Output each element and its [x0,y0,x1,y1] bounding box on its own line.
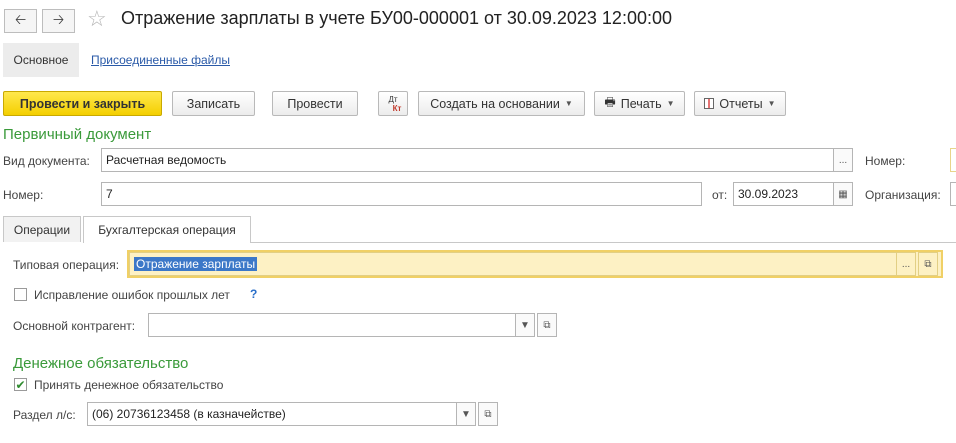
back-button[interactable]: 🡠 [4,9,37,33]
right-number-label: Номер: [865,154,906,168]
page-title: Отражение зарплаты в учете БУ00-000001 о… [121,8,672,28]
counterparty-field[interactable] [148,313,516,337]
organization-field[interactable] [950,182,956,206]
accept-obligation-label: Принять денежное обязательство [34,378,224,392]
dt-label: Дт [388,94,398,104]
open-icon[interactable]: ⧉ [537,313,557,337]
chevron-down-icon[interactable]: ▼ [456,402,476,426]
tab-divider [251,242,956,243]
chevron-down-icon: ▼ [666,99,675,108]
arrow-left-icon: 🡠 [14,11,27,27]
counterparty-label: Основной контрагент: [13,319,136,333]
create-based-on-button[interactable]: Создать на основании ▼ [418,91,585,116]
select-button[interactable]: ... [833,148,853,172]
doc-type-field[interactable]: Расчетная ведомость [101,148,834,172]
typical-operation-field[interactable]: Отражение зарплаты [129,252,897,276]
post-button[interactable]: Провести [272,91,358,116]
save-button[interactable]: Записать [172,91,255,116]
open-icon[interactable]: ⧉ [918,252,938,276]
print-label: Печать [620,96,662,111]
typical-operation-label: Типовая операция: [13,258,120,272]
account-section-label: Раздел л/с: [13,408,76,422]
tab-accounting-operation[interactable]: Бухгалтерская операция [83,216,251,243]
create-based-label: Создать на основании [430,96,560,111]
fix-errors-checkbox[interactable] [14,288,27,301]
open-icon[interactable]: ⧉ [478,402,498,426]
select-button[interactable]: ... [896,252,916,276]
chevron-down-icon: ▼ [564,99,573,108]
tab-attached-files[interactable]: Присоединенные файлы [91,53,230,67]
calendar-icon[interactable]: ▦ [833,182,853,206]
chevron-down-icon[interactable]: ▼ [515,313,535,337]
forward-button[interactable]: 🡢 [42,9,75,33]
kt-label: Кт [392,103,402,113]
typical-operation-value: Отражение зарплаты [134,257,258,271]
report-icon [704,98,715,109]
chevron-down-icon: ▼ [767,99,776,108]
date-field[interactable]: 30.09.2023 [733,182,834,206]
dt-kt-button[interactable]: Дт Кт [378,91,408,116]
tab-main[interactable]: Основное [3,43,79,77]
reports-label: Отчеты [719,96,763,111]
number-label: Номер: [3,188,44,202]
reports-button[interactable]: Отчеты ▼ [694,91,786,116]
number-field[interactable]: 7 [101,182,702,206]
fix-errors-label: Исправление ошибок прошлых лет [34,288,230,302]
arrow-right-icon: 🡢 [52,11,65,27]
star-icon[interactable]: ☆ [87,6,107,32]
post-and-close-button[interactable]: Провести и закрыть [3,91,162,116]
date-label: от: [712,188,728,202]
printer-icon: 🖶 [604,95,616,109]
organization-label: Организация: [865,188,941,202]
doc-type-label: Вид документа: [3,154,90,168]
primary-doc-title: Первичный документ [3,126,152,143]
obligation-title: Денежное обязательство [13,355,189,372]
tab-operations[interactable]: Операции [3,216,81,242]
accept-obligation-checkbox[interactable]: ✔ [14,377,27,392]
right-number-field[interactable] [950,148,956,172]
help-icon[interactable]: ? [250,287,257,301]
account-section-field[interactable]: (06) 20736123458 (в казначействе) [87,402,457,426]
checkmark-icon: ✔ [15,377,26,392]
print-button[interactable]: 🖶 Печать ▼ [594,91,685,116]
